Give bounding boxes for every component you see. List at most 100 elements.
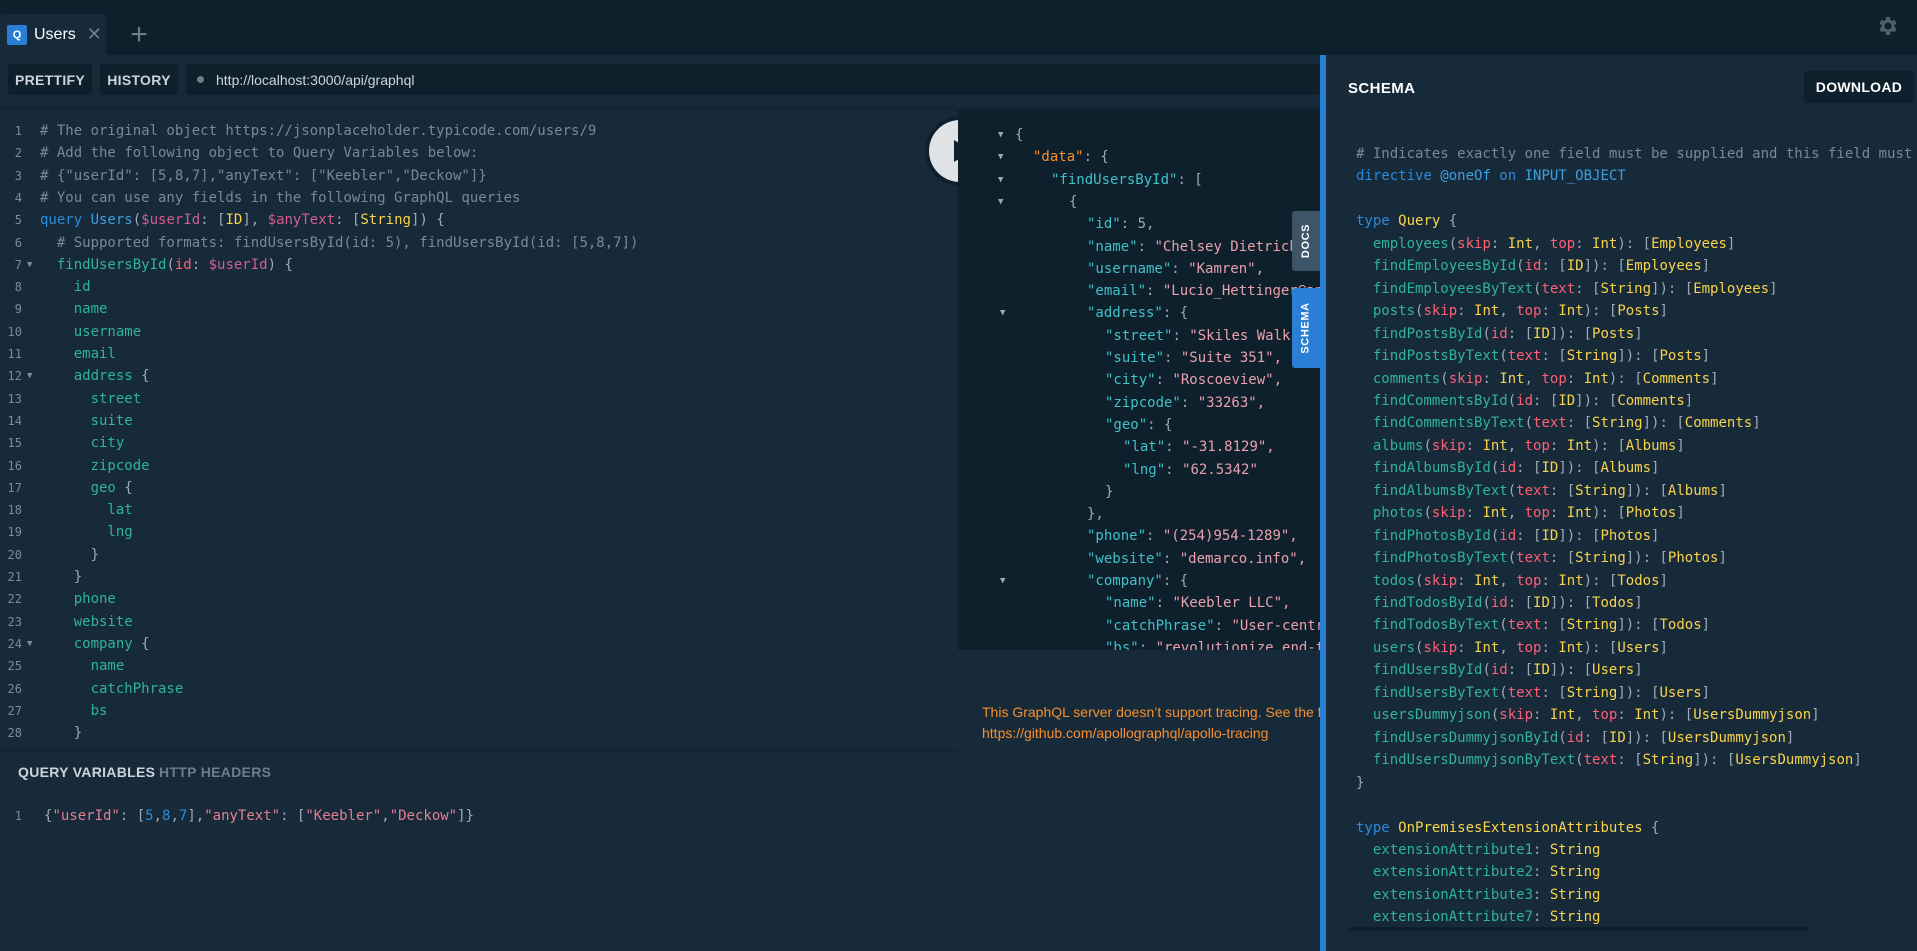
fold-arrow-icon[interactable]: ▼	[27, 365, 32, 387]
code-token: ID	[1608, 729, 1626, 746]
schema-line: findUsersByText(text: [String]): [Users]	[1356, 682, 1710, 704]
line-number: 14	[7, 413, 22, 428]
code-token: "Keebler"	[305, 808, 382, 824]
code-token: lat	[40, 502, 133, 519]
code-token: on	[1490, 168, 1525, 185]
code-token: UsersDummyjson	[1735, 752, 1854, 769]
fold-arrow-icon[interactable]: ▼	[27, 254, 32, 276]
schema-line: comments(skip: Int, top: Int): [Comments…	[1356, 368, 1719, 390]
gear-icon[interactable]	[1873, 12, 1901, 40]
schema-tab-label: SCHEMA	[1300, 302, 1312, 354]
editor-line: 10 username	[0, 321, 958, 343]
code-token: Posts	[1617, 303, 1660, 320]
code-token: Int	[1592, 235, 1618, 252]
horizontal-scrollbar[interactable]	[1348, 927, 1808, 931]
variables-text: {"userId": [5,8,7],"anyText": ["Keebler"…	[44, 805, 474, 827]
code-token: Albums	[1625, 437, 1677, 454]
schema-tab[interactable]: SCHEMA	[1292, 288, 1320, 368]
code-token: : {	[1162, 305, 1189, 322]
history-button[interactable]: HISTORY	[100, 64, 178, 95]
code-token: (	[1516, 258, 1525, 275]
result-text: "street": "Skiles Walks",	[1105, 325, 1316, 347]
code-token: ]	[1811, 707, 1820, 724]
code-token: id	[1490, 325, 1508, 342]
code-token: (	[1524, 415, 1534, 432]
code-token: todos	[1356, 572, 1416, 589]
tracing-link[interactable]: https://github.com/apollographql/apollo-…	[982, 723, 1322, 744]
editor-line: 22 phone	[0, 588, 958, 610]
code-token: : [	[1507, 325, 1534, 342]
fold-arrow-icon[interactable]: ▼	[1000, 302, 1005, 324]
code-text: bs	[40, 700, 108, 722]
code-token: :	[1566, 370, 1584, 387]
schema-line: findPostsById(id: [ID]): [Posts]	[1356, 323, 1643, 345]
schema-line: type Query {	[1356, 210, 1457, 232]
fold-arrow-icon[interactable]: ▼	[998, 191, 1003, 213]
schema-line: employees(skip: Int, top: Int): [Employe…	[1356, 233, 1736, 255]
result-line: ▼ "data": {	[958, 146, 1320, 168]
fold-arrow-icon[interactable]: ▼	[998, 124, 1003, 146]
schema-line: extensionAttribute7: String	[1356, 906, 1601, 928]
code-token: findPostsById	[1356, 325, 1483, 342]
code-token: findTodosById	[1356, 595, 1483, 611]
code-token: findUsersDummyjsonById	[1356, 729, 1559, 746]
close-icon[interactable]: ✕	[87, 24, 102, 45]
result-line: "phone": "(254)954-1289",	[958, 525, 1320, 547]
code-token: top	[1541, 370, 1567, 387]
code-token: "lat"	[1123, 439, 1166, 456]
fold-arrow-icon[interactable]: ▼	[998, 146, 1003, 168]
code-token: ]	[1769, 280, 1778, 297]
code-token: :	[1617, 707, 1635, 724]
fold-arrow-icon[interactable]: ▼	[27, 633, 32, 655]
code-token: : [	[200, 212, 226, 229]
line-number: 24	[7, 636, 22, 651]
code-token: ]	[1718, 482, 1727, 499]
code-token: Photos	[1600, 527, 1652, 544]
code-token: phone	[40, 591, 116, 608]
code-token: (	[1448, 235, 1458, 252]
code-token: "website"	[1087, 550, 1163, 567]
code-token: Int	[1583, 370, 1609, 387]
line-number: 12	[7, 369, 22, 384]
tab-query-variables[interactable]: QUERY VARIABLES	[18, 764, 155, 780]
line-number: 13	[7, 391, 22, 406]
prettify-button[interactable]: PRETTIFY	[8, 64, 92, 95]
endpoint-url: http://localhost:3000/api/graphql	[216, 71, 415, 88]
graphql-q-icon: Q	[7, 24, 27, 45]
code-text: website	[40, 611, 133, 633]
code-token: "Chelsey Dietrich",	[1154, 238, 1315, 255]
result-line: ▼ "company": {	[958, 570, 1320, 592]
line-number: 22	[7, 592, 22, 607]
result-text: "company": {	[1087, 570, 1188, 592]
code-token: id	[174, 256, 192, 273]
query-editor[interactable]: 1 # The original object https://jsonplace…	[0, 120, 958, 750]
code-token: # {"userId": [5,8,7],"anyText": ["Keeble…	[40, 167, 487, 184]
code-token: Int	[1549, 707, 1576, 724]
code-token: ]): [	[1625, 550, 1668, 567]
endpoint-url-input[interactable]: http://localhost:3000/api/graphql	[186, 64, 1320, 95]
docs-tab-label: DOCS	[1300, 223, 1312, 259]
code-token: ) {	[267, 256, 293, 273]
code-token: :	[191, 256, 209, 273]
code-token: text	[1516, 550, 1550, 567]
fold-arrow-icon[interactable]: ▼	[998, 169, 1003, 191]
editor-line: 3 # {"userId": [5,8,7],"anyText": ["Keebl…	[0, 165, 958, 187]
schema-line: findUsersDummyjsonByText(text: [String])…	[1356, 749, 1862, 771]
code-token: Int	[1558, 639, 1584, 656]
code-text: }	[40, 566, 82, 588]
fold-arrow-icon[interactable]: ▼	[1000, 570, 1005, 592]
new-tab-button[interactable]: +	[122, 14, 156, 55]
tab-http-headers[interactable]: HTTP HEADERS	[159, 764, 271, 780]
docs-tab[interactable]: DOCS	[1292, 211, 1320, 271]
line-number: 26	[7, 681, 22, 696]
schema-line: findEmployeesById(id: [ID]): [Employees]	[1356, 255, 1710, 277]
tab-users[interactable]: Q Users ✕	[0, 14, 106, 55]
code-token: ]	[1659, 572, 1668, 589]
download-button[interactable]: DOWNLOAD	[1804, 71, 1914, 103]
line-number: 6	[14, 235, 22, 250]
code-token: {	[1642, 819, 1660, 836]
code-token: : [	[1533, 392, 1559, 409]
result-text: "address": {	[1087, 302, 1188, 324]
variables-editor[interactable]: 1 {"userId": [5,8,7],"anyText": ["Keebler…	[0, 805, 958, 829]
code-token: findUsersById	[1356, 662, 1483, 679]
